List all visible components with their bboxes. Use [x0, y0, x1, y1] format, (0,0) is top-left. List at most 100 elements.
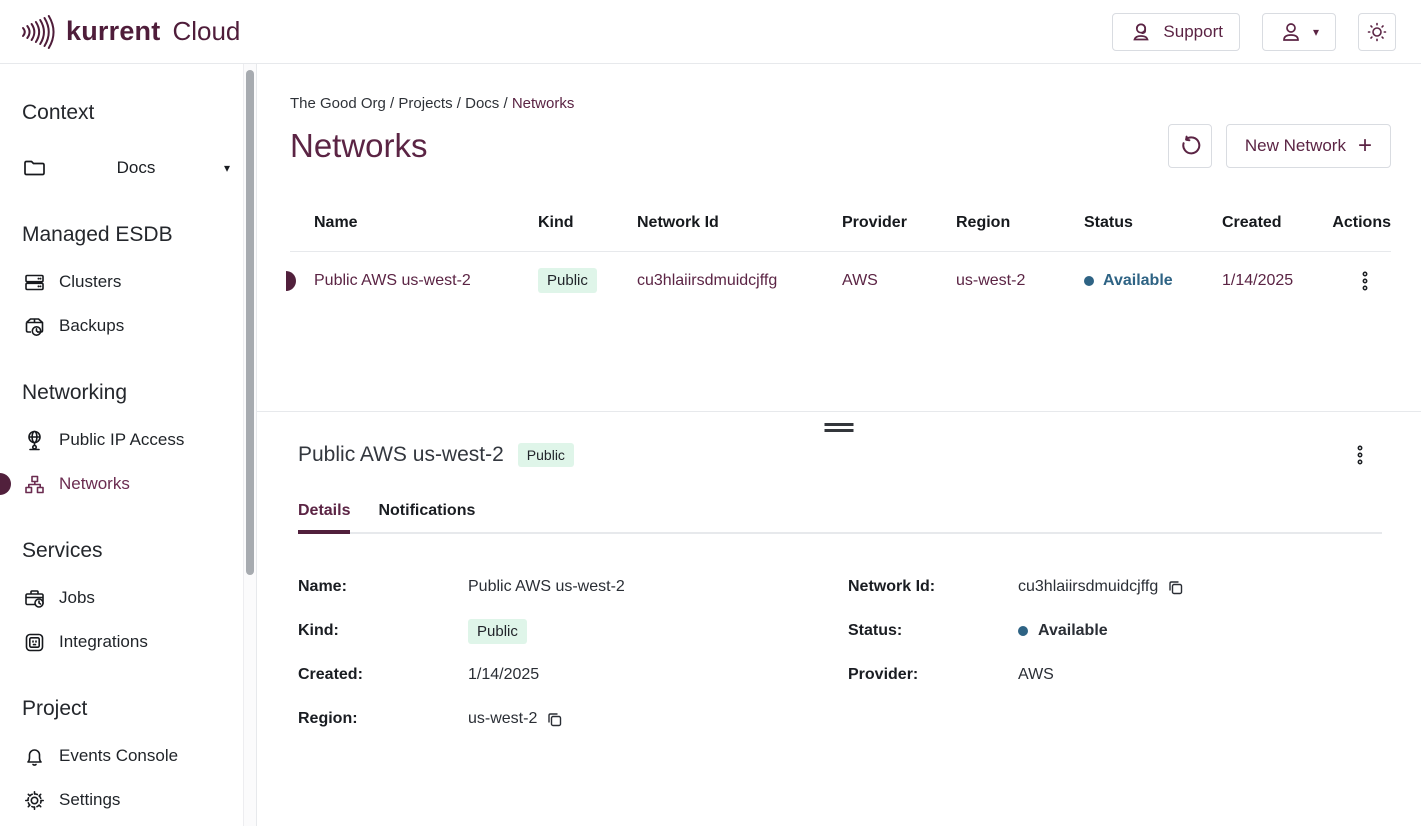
cell-actions — [1330, 266, 1391, 296]
backups-icon — [22, 315, 46, 338]
networks-table: Name Kind Network Id Provider Region Sta… — [290, 214, 1391, 309]
field-value: cu3hlaiirsdmuidcjffg — [1018, 578, 1183, 596]
networks-table-header: Name Kind Network Id Provider Region Sta… — [290, 214, 1391, 252]
jobs-icon — [22, 587, 46, 610]
top-bar-actions: Support ▾ — [1112, 13, 1396, 51]
logo-wordmark: kurrent — [66, 16, 160, 47]
new-network-label: New Network — [1245, 136, 1346, 156]
sidebar-scrollbar-track[interactable] — [243, 64, 256, 826]
breadcrumb-projects[interactable]: Projects — [398, 95, 465, 112]
sidebar-section-managed-esdb: Managed ESDB Clusters — [22, 222, 230, 348]
field-label: Provider: — [848, 666, 1018, 684]
status-dot-icon — [1018, 626, 1028, 636]
theme-toggle-button[interactable] — [1358, 13, 1396, 51]
networks-icon — [22, 473, 46, 496]
refresh-icon — [1179, 135, 1201, 157]
field-label: Status: — [848, 622, 1018, 640]
detail-fields: Name: Public AWS us-west-2 Kind: Public … — [298, 574, 1382, 750]
main-content: The Good OrgProjectsDocsNetworks Network… — [257, 64, 1421, 826]
panel-resize-handle[interactable] — [825, 423, 854, 432]
breadcrumb-org[interactable]: The Good Org — [290, 95, 398, 112]
field-value: us-west-2 — [468, 710, 562, 728]
support-button[interactable]: Support — [1112, 13, 1240, 51]
chevron-down-icon: ▾ — [224, 161, 230, 175]
field-kind: Kind: Public — [298, 618, 848, 644]
sidebar-item-integrations[interactable]: Integrations — [22, 620, 230, 664]
sidebar-section-networking: Networking Public IP Access — [22, 380, 230, 506]
sidebar-scrollbar-thumb[interactable] — [246, 70, 254, 575]
sidebar-item-jobs[interactable]: Jobs — [22, 576, 230, 620]
detail-actions-menu-button[interactable] — [1352, 440, 1368, 470]
status-badge: Available — [1038, 622, 1108, 640]
sidebar-item-public-ip-access[interactable]: Public IP Access — [22, 418, 230, 462]
sidebar-item-label: Networks — [59, 474, 130, 494]
new-network-button[interactable]: New Network + — [1226, 124, 1391, 168]
field-label: Created: — [298, 666, 468, 684]
kind-badge: Public — [468, 619, 527, 644]
sidebar-heading-context: Context — [22, 100, 230, 126]
column-header-network-id: Network Id — [637, 214, 842, 232]
networks-list-section: The Good OrgProjectsDocsNetworks Network… — [257, 64, 1421, 411]
column-header-region: Region — [956, 214, 1084, 232]
kind-badge: Public — [538, 268, 597, 293]
row-actions-menu-button[interactable] — [1357, 266, 1373, 296]
sidebar-item-label: Backups — [59, 316, 124, 336]
field-label: Name: — [298, 578, 468, 596]
sidebar-item-label: Events Console — [59, 746, 178, 766]
refresh-button[interactable] — [1168, 124, 1212, 168]
field-provider: Provider: AWS — [848, 662, 1382, 688]
field-value: Public — [468, 619, 527, 644]
network-detail-panel: Public AWS us-west-2 Public Details Noti… — [257, 411, 1421, 826]
sidebar-item-networks[interactable]: Networks — [22, 462, 230, 506]
field-label: Network Id: — [848, 578, 1018, 596]
clusters-icon — [22, 271, 46, 294]
sidebar-item-label: Integrations — [59, 632, 148, 652]
context-project-selector[interactable]: Docs ▾ — [22, 146, 230, 190]
detail-tabs: Details Notifications — [298, 502, 1382, 534]
column-header-name: Name — [314, 214, 538, 232]
status-badge: Available — [1103, 272, 1173, 290]
chevron-down-icon: ▾ — [1313, 25, 1319, 39]
sidebar-item-label: Settings — [59, 790, 120, 810]
public-ip-icon — [22, 429, 46, 452]
cell-created: 1/14/2025 — [1222, 272, 1330, 290]
sidebar-item-settings[interactable]: Settings — [22, 778, 230, 822]
field-value: 1/14/2025 — [468, 666, 539, 684]
column-header-actions: Actions — [1330, 214, 1391, 232]
tab-details[interactable]: Details — [298, 502, 350, 532]
cell-region: us-west-2 — [956, 272, 1084, 290]
logo-cloud-suffix: Cloud — [172, 16, 240, 47]
copy-network-id-button[interactable] — [1168, 580, 1183, 595]
tab-notifications[interactable]: Notifications — [378, 502, 475, 532]
gear-icon — [22, 789, 46, 812]
detail-fields-left: Name: Public AWS us-west-2 Kind: Public … — [298, 574, 848, 750]
copy-region-button[interactable] — [547, 712, 562, 727]
plus-icon: + — [1358, 134, 1372, 158]
sidebar-section-services: Services Jobs — [22, 538, 230, 664]
table-row[interactable]: Public AWS us-west-2 Public cu3hlaiirsdm… — [290, 252, 1391, 309]
sidebar-heading: Networking — [22, 380, 230, 406]
sidebar-item-events-console[interactable]: Events Console — [22, 734, 230, 778]
user-menu-button[interactable]: ▾ — [1262, 13, 1336, 51]
sidebar-item-clusters[interactable]: Clusters — [22, 260, 230, 304]
sidebar-heading: Services — [22, 538, 230, 564]
field-status: Status: Available — [848, 618, 1382, 644]
folder-icon — [22, 156, 48, 180]
cell-provider: AWS — [842, 272, 956, 290]
field-label: Kind: — [298, 622, 468, 640]
field-value: Available — [1018, 622, 1108, 640]
kurrent-cloud-logo[interactable]: kurrent Cloud — [20, 12, 240, 52]
sidebar-item-backups[interactable]: Backups — [22, 304, 230, 348]
field-value: Public AWS us-west-2 — [468, 578, 625, 596]
breadcrumb-current: Networks — [512, 95, 575, 112]
support-headset-icon — [1129, 20, 1153, 44]
breadcrumb-project[interactable]: Docs — [465, 95, 512, 112]
support-label: Support — [1163, 22, 1223, 42]
cell-status: Available — [1084, 272, 1222, 290]
region-value: us-west-2 — [468, 710, 537, 728]
logo-waves-icon — [20, 12, 56, 52]
sidebar-item-label: Clusters — [59, 272, 121, 292]
column-header-provider: Provider — [842, 214, 956, 232]
detail-kind-badge: Public — [518, 443, 574, 467]
field-label: Region: — [298, 710, 468, 728]
